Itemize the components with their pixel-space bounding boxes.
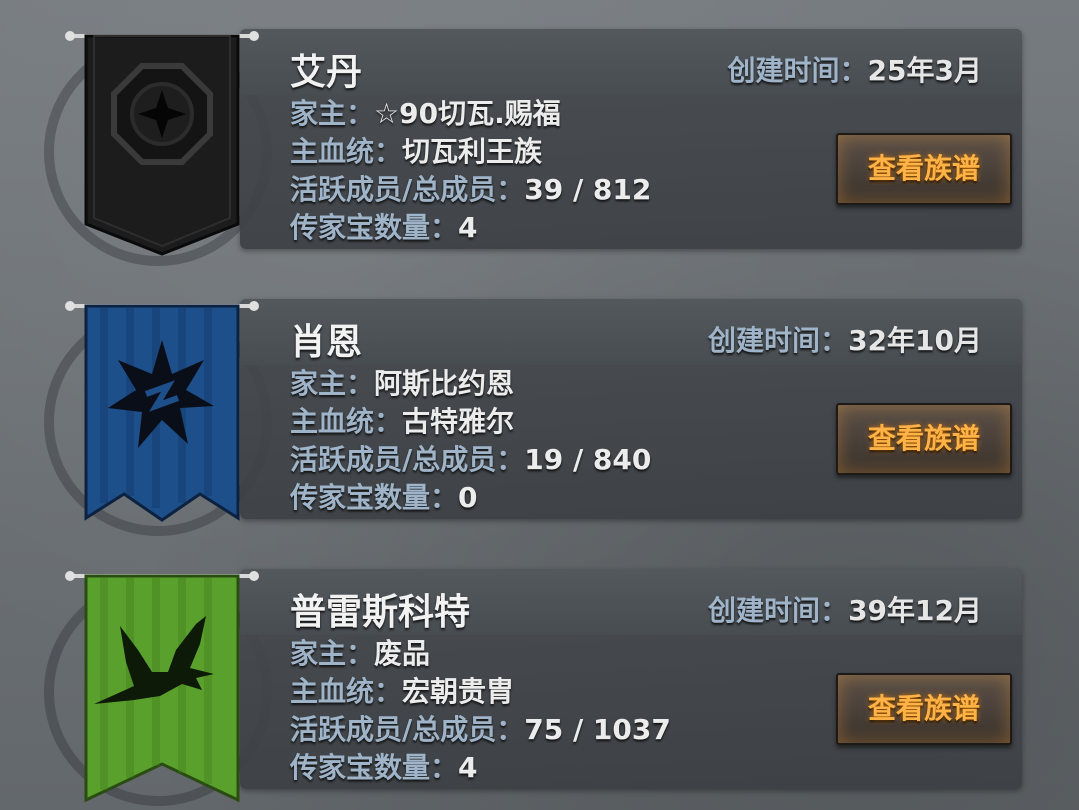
created-value: 39年12月 (848, 594, 982, 627)
created-label: 创建时间： (708, 324, 849, 357)
heirlooms-label: 传家宝数量： (290, 751, 459, 784)
view-family-tree-button[interactable]: 查看族谱 (836, 133, 1012, 205)
star-emblem-icon (111, 63, 213, 165)
created-time: 创建时间：39年12月 (708, 589, 982, 629)
bloodline-label: 主血统： (290, 405, 403, 438)
heirlooms-value: 4 (458, 751, 478, 784)
created-value: 32年10月 (848, 324, 982, 357)
members-label: 活跃成员/总成员： (290, 713, 525, 746)
view-family-tree-button[interactable]: 查看族谱 (836, 403, 1012, 475)
view-family-tree-button[interactable]: 查看族谱 (836, 673, 1012, 745)
heirlooms-label: 传家宝数量： (290, 211, 459, 244)
head-value: 废品 (374, 637, 431, 670)
family-name: 肖恩 (290, 322, 363, 363)
family-banner (65, 31, 259, 256)
members-row: 活跃成员/总成员：75 / 1037 (290, 711, 671, 749)
card-header: 普雷斯科特 创建时间：39年12月 (240, 569, 1022, 635)
family-info: 家主：废品 主血统：宏朝贵胄 活跃成员/总成员：75 / 1037 传家宝数量：… (290, 635, 671, 787)
heirlooms-label: 传家宝数量： (290, 481, 459, 514)
created-time: 创建时间：32年10月 (708, 319, 982, 359)
bloodline-value: 宏朝贵胄 (402, 675, 515, 708)
family-name: 普雷斯科特 (290, 592, 471, 633)
family-info: 家主：阿斯比约恩 主血统：古特雅尔 活跃成员/总成员：19 / 840 传家宝数… (290, 365, 651, 517)
members-label: 活跃成员/总成员： (290, 173, 525, 206)
members-value: 39 / 812 (524, 173, 652, 206)
bloodline-row: 主血统：古特雅尔 (290, 403, 651, 441)
bloodline-label: 主血统： (290, 135, 403, 168)
family-card: 普雷斯科特 创建时间：39年12月 家主：废品 主血统：宏朝贵胄 活跃成员/总成… (240, 569, 1022, 789)
members-value: 75 / 1037 (524, 713, 671, 746)
members-value: 19 / 840 (524, 443, 652, 476)
members-row: 活跃成员/总成员：19 / 840 (290, 441, 651, 479)
heirlooms-row: 传家宝数量：4 (290, 749, 671, 787)
heirlooms-row: 传家宝数量：4 (290, 209, 651, 247)
card-header: 艾丹 创建时间：25年3月 (240, 29, 1022, 95)
family-card: 肖恩 创建时间：32年10月 家主：阿斯比约恩 主血统：古特雅尔 活跃成员/总成… (240, 299, 1022, 519)
created-value: 25年3月 (867, 54, 982, 87)
head-label: 家主： (290, 367, 375, 400)
created-label: 创建时间： (708, 594, 849, 627)
head-value: ☆90切瓦.赐福 (374, 97, 561, 130)
bloodline-row: 主血统：宏朝贵胄 (290, 673, 671, 711)
created-label: 创建时间： (727, 54, 868, 87)
family-entry: 普雷斯科特 创建时间：39年12月 家主：废品 主血统：宏朝贵胄 活跃成员/总成… (0, 540, 1079, 810)
heirlooms-row: 传家宝数量：0 (290, 479, 651, 517)
bloodline-value: 切瓦利王族 (402, 135, 543, 168)
head-row: 家主：阿斯比约恩 (290, 365, 651, 403)
members-label: 活跃成员/总成员： (290, 443, 525, 476)
family-entry: 艾丹 创建时间：25年3月 家主：☆90切瓦.赐福 主血统：切瓦利王族 活跃成员… (0, 0, 1079, 270)
bloodline-row: 主血统：切瓦利王族 (290, 133, 651, 171)
head-value: 阿斯比约恩 (374, 367, 515, 400)
created-time: 创建时间：25年3月 (728, 49, 982, 89)
bloodline-label: 主血统： (290, 675, 403, 708)
family-entry: 肖恩 创建时间：32年10月 家主：阿斯比约恩 主血统：古特雅尔 活跃成员/总成… (0, 270, 1079, 540)
family-list-screen: 艾丹 创建时间：25年3月 家主：☆90切瓦.赐福 主血统：切瓦利王族 活跃成员… (0, 0, 1079, 810)
heirlooms-value: 4 (458, 211, 478, 244)
family-banner (65, 301, 259, 522)
heirlooms-value: 0 (458, 481, 478, 514)
bloodline-value: 古特雅尔 (402, 405, 515, 438)
head-label: 家主： (290, 637, 375, 670)
family-banner (65, 571, 259, 803)
family-name: 艾丹 (290, 52, 363, 93)
head-label: 家主： (290, 97, 375, 130)
head-row: 家主：废品 (290, 635, 671, 673)
members-row: 活跃成员/总成员：39 / 812 (290, 171, 651, 209)
card-header: 肖恩 创建时间：32年10月 (240, 299, 1022, 365)
family-info: 家主：☆90切瓦.赐福 主血统：切瓦利王族 活跃成员/总成员：39 / 812 … (290, 95, 651, 247)
family-card: 艾丹 创建时间：25年3月 家主：☆90切瓦.赐福 主血统：切瓦利王族 活跃成员… (240, 29, 1022, 249)
head-row: 家主：☆90切瓦.赐福 (290, 95, 651, 133)
